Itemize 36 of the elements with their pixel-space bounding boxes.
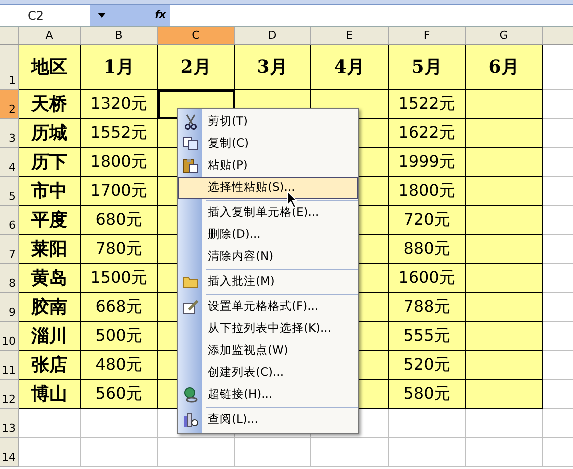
column-header[interactable]: E — [311, 27, 389, 44]
row-header[interactable]: 8 — [0, 264, 19, 293]
column-header[interactable]: G — [466, 27, 543, 44]
menu-item[interactable]: 查阅(L)... — [178, 409, 358, 431]
menu-item[interactable]: 插入批注(M) — [178, 271, 358, 293]
row-header[interactable]: 11 — [0, 351, 19, 380]
menu-item[interactable]: 插入复制单元格(E)... — [178, 202, 358, 224]
row-header[interactable]: 3 — [0, 119, 19, 148]
menu-item[interactable]: 从下拉列表中选择(K)... — [178, 318, 358, 340]
menu-item[interactable]: 剪切(T) — [178, 111, 358, 133]
table-cell: 2月 — [158, 45, 235, 90]
column-header[interactable]: F — [389, 27, 466, 44]
menu-item[interactable]: 清除内容(N) — [178, 246, 358, 268]
menu-item[interactable]: 复制(C) — [178, 133, 358, 155]
menu-item[interactable]: 粘贴(P) — [178, 155, 358, 177]
menu-item[interactable]: 创建列表(C)... — [178, 362, 358, 384]
row-header[interactable]: 7 — [0, 235, 19, 264]
row-header[interactable]: 9 — [0, 293, 19, 322]
menu-item[interactable]: 设置单元格格式(F)... — [178, 296, 358, 318]
row-header[interactable]: 10 — [0, 322, 19, 351]
column-header[interactable]: D — [235, 27, 311, 44]
formula-icon[interactable]: fx — [155, 8, 166, 23]
column-header[interactable]: C — [158, 27, 235, 44]
menu-item[interactable]: 超链接(H)... — [178, 384, 358, 406]
row-header[interactable]: 4 — [0, 148, 19, 177]
row-header[interactable]: 2 — [0, 90, 19, 119]
row-header[interactable]: 1 — [0, 45, 19, 90]
menu-item[interactable]: 删除(D)... — [178, 224, 358, 246]
row-header[interactable]: 14 — [0, 438, 19, 467]
menu-item[interactable]: 选择性粘贴(S)... — [178, 177, 358, 199]
row-header[interactable]: 12 — [0, 380, 19, 409]
column-header[interactable]: A — [19, 27, 81, 44]
row-header[interactable]: 13 — [0, 409, 19, 438]
menu-item[interactable]: 添加监视点(W) — [178, 340, 358, 362]
row-header[interactable]: 6 — [0, 206, 19, 235]
row-header[interactable]: 5 — [0, 177, 19, 206]
